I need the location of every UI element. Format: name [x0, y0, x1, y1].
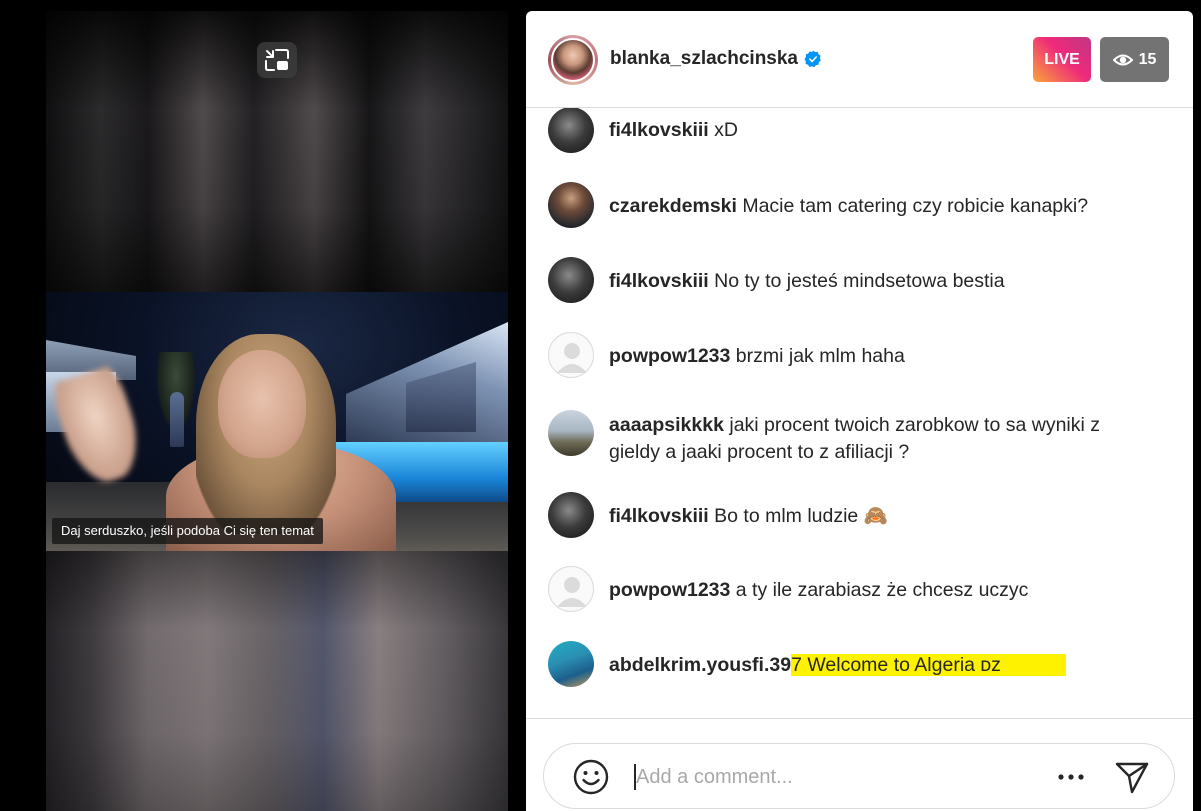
exit-fullscreen-button[interactable] [257, 42, 297, 78]
comment-username[interactable]: czarekdemski [609, 195, 737, 217]
host-username[interactable]: blanka_szlachcinska [610, 48, 798, 70]
comment-body: brzmi jak mlm haha [735, 345, 905, 367]
comment-username[interactable]: fi4lkovskiii [609, 119, 709, 141]
video-caption: Daj serduszko, jeśli podoba Ci się ten t… [52, 518, 323, 544]
emoji-smiley-icon [573, 759, 609, 795]
comment-username[interactable]: aaaapsikkkk [609, 414, 724, 436]
comment-username[interactable]: fi4lkovskiii [609, 270, 709, 292]
default-avatar-icon [557, 343, 587, 373]
commenter-avatar[interactable] [548, 641, 594, 687]
comment-body: Bo to mlm ludzie 🙈 [714, 505, 888, 527]
live-chat-panel: blanka_szlachcinska LIVE 15 fi4lkovskiii… [526, 11, 1193, 811]
highlighted-username-suffix: 7 [791, 654, 802, 676]
default-avatar-icon [557, 577, 587, 607]
live-video-area[interactable]: Daj serduszko, jeśli podoba Ci się ten t… [46, 11, 508, 811]
video-umbrella [170, 392, 184, 447]
commenter-avatar[interactable] [548, 182, 594, 228]
commenter-avatar[interactable] [548, 410, 594, 456]
composer-divider [526, 718, 1193, 719]
comment-composer [543, 743, 1175, 809]
app-root: Daj serduszko, jeśli podoba Ci się ten t… [0, 0, 1201, 811]
comment-body: xD [714, 119, 738, 141]
video-person-face [218, 350, 306, 458]
commenter-avatar[interactable] [548, 332, 594, 378]
comment-input[interactable] [636, 762, 1036, 792]
host-video-frame: Daj serduszko, jeśli podoba Ci się ten t… [46, 292, 508, 551]
exit-fullscreen-icon [265, 49, 289, 71]
commenter-avatar[interactable] [548, 492, 594, 538]
eye-icon [1112, 54, 1133, 65]
commenter-avatar[interactable] [548, 566, 594, 612]
host-avatar[interactable] [548, 35, 598, 85]
comment-body: a ty ile zarabiasz że chcesz uczyc [735, 579, 1029, 601]
commenter-avatar[interactable] [548, 108, 594, 153]
comment-username[interactable]: powpow1233 [609, 579, 730, 601]
comment-body-highlighted: Welcome to Algeria ᴅᴢ [801, 654, 1066, 676]
send-button[interactable] [1114, 759, 1150, 795]
comment-body: Macie tam catering czy robicie kanapki? [742, 195, 1089, 217]
send-icon [1115, 762, 1149, 794]
comment-username[interactable]: powpow1233 [609, 345, 730, 367]
comment-list[interactable]: fi4lkovskiii xD czarekdemski Macie tam c… [526, 108, 1193, 718]
live-header: blanka_szlachcinska LIVE 15 [526, 11, 1193, 108]
live-badge: LIVE [1033, 37, 1091, 82]
comment-username[interactable]: fi4lkovskiii [609, 505, 709, 527]
commenter-avatar[interactable] [548, 257, 594, 303]
viewer-count-badge[interactable]: 15 [1100, 37, 1169, 82]
viewer-count: 15 [1138, 50, 1157, 68]
comment-body: No ty to jesteś mindsetowa bestia [714, 270, 1005, 292]
verified-badge-icon [804, 50, 821, 68]
comment-username[interactable]: abdelkrim.yousfi.39 [609, 654, 791, 676]
guest-video-bottom-blurred [46, 551, 508, 811]
more-horizontal-icon [1058, 774, 1084, 780]
emoji-button[interactable] [572, 758, 610, 796]
more-options-button[interactable] [1056, 764, 1086, 790]
